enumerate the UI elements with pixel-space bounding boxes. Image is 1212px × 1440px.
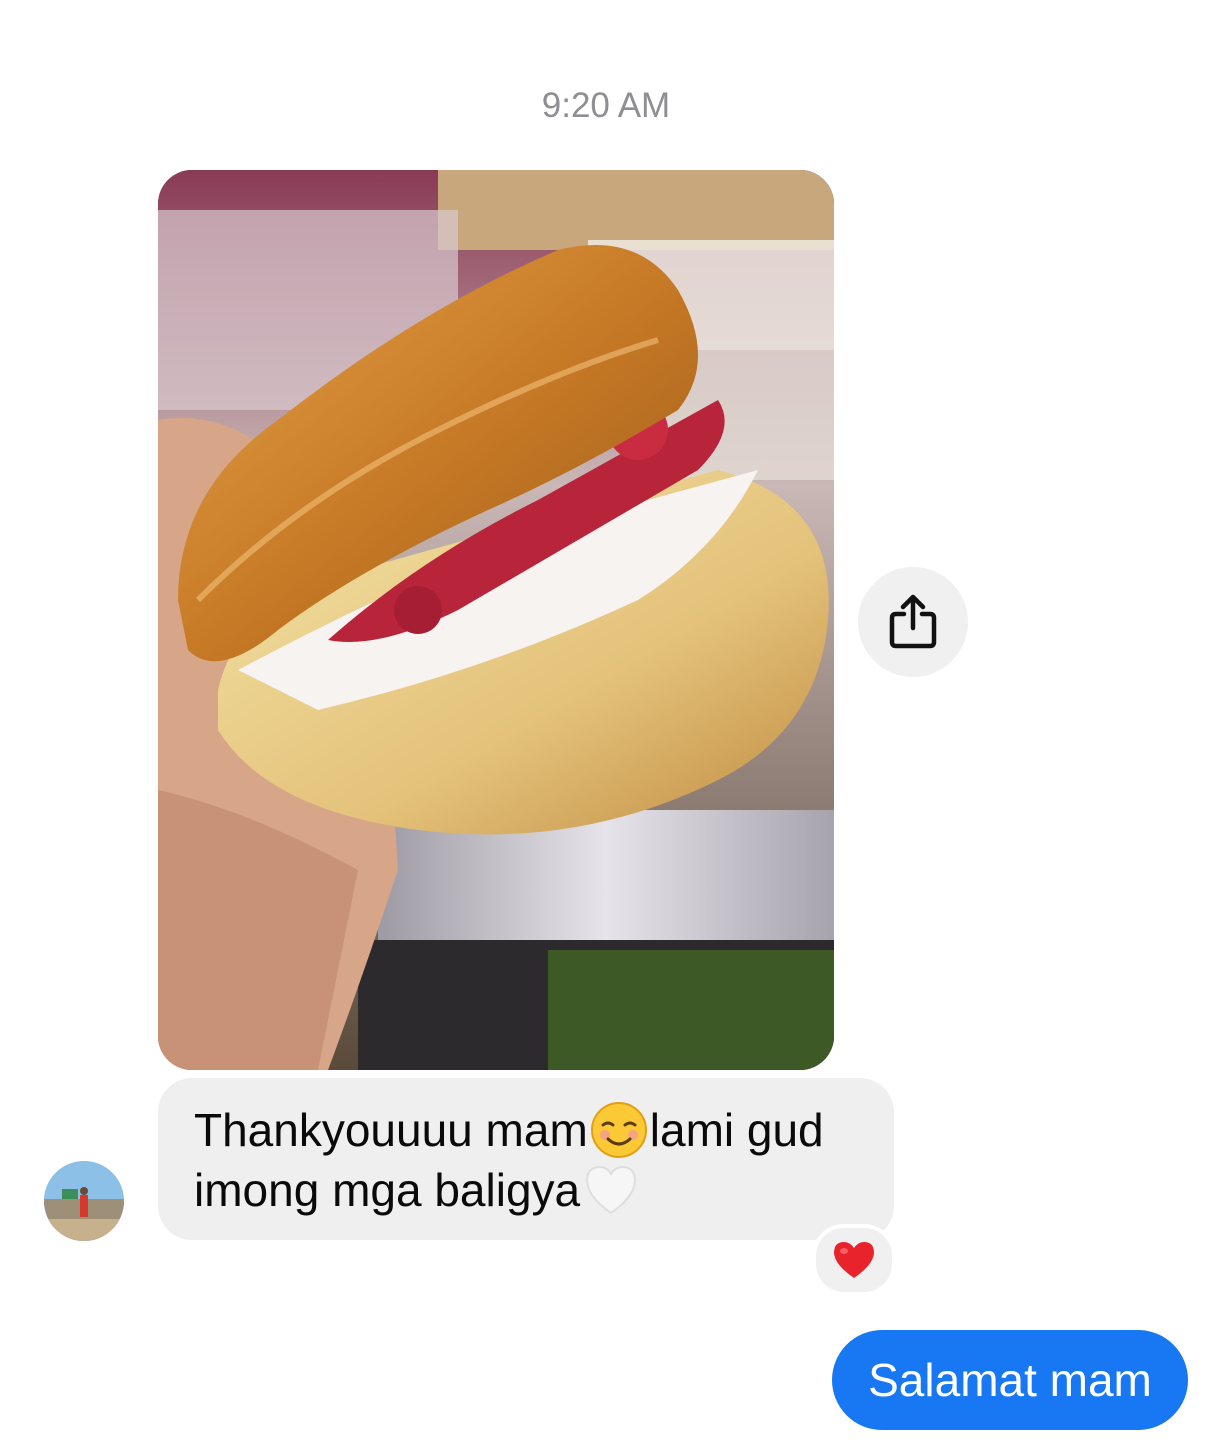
outgoing-message-bubble[interactable]: Salamat mam (832, 1330, 1188, 1430)
message-reaction[interactable] (812, 1224, 896, 1296)
avatar-image (44, 1161, 124, 1241)
chat-screen: 9:20 AM Thankyouuuu mam lami gud imong m… (0, 0, 1212, 1440)
share-button[interactable] (858, 567, 968, 677)
red-heart-icon (834, 1242, 874, 1278)
incoming-message-bubble[interactable]: Thankyouuuu mam lami gud imong mga balig… (158, 1078, 894, 1240)
white-heart-emoji-icon (586, 1165, 637, 1215)
photo-message[interactable] (158, 170, 834, 1070)
smiling-face-emoji-icon (590, 1101, 647, 1158)
message-timestamp: 9:20 AM (541, 86, 671, 125)
incoming-message-text-part1: Thankyouuuu mam (194, 1104, 588, 1156)
share-icon (889, 594, 937, 649)
sender-avatar[interactable] (44, 1161, 124, 1241)
doughnut-photo (158, 170, 834, 1070)
